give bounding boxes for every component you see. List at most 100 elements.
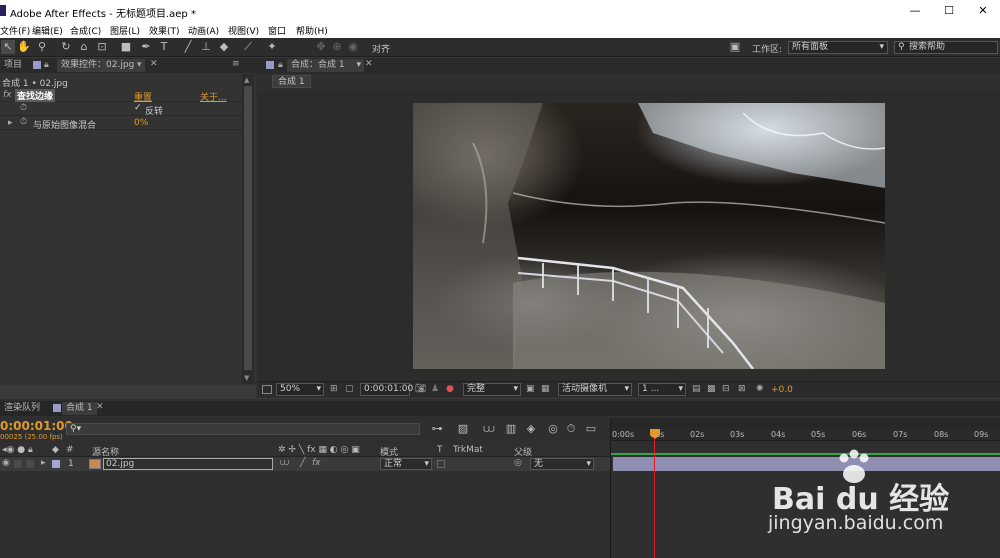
maximize-button[interactable]: ☐ <box>932 0 966 22</box>
expand-triangle-icon[interactable]: ▸ <box>41 458 46 468</box>
workspace-select[interactable]: 所有面板 ▾ <box>788 41 888 54</box>
channel-icon[interactable]: ● <box>446 384 454 394</box>
menu-help[interactable]: 帮助(H) <box>296 24 328 37</box>
comp-mini-flowchart-icon[interactable]: ⊶ <box>430 422 444 436</box>
preserve-transparency-checkbox[interactable] <box>437 460 445 468</box>
menu-effect[interactable]: 效果(T) <box>149 24 180 37</box>
lock-icon[interactable]: 🔒︎ <box>278 60 283 70</box>
audio-switch[interactable] <box>14 460 22 468</box>
effect-name[interactable]: 查找边缘 <box>15 89 56 102</box>
camera-tool-icon[interactable]: ⌂ <box>77 40 91 54</box>
hand-tool-icon[interactable]: ✋ <box>17 40 31 54</box>
label-color-swatch[interactable] <box>52 460 60 468</box>
rectangle-tool-icon[interactable]: ■ <box>119 40 133 54</box>
current-time-field[interactable]: 0:00:01:00 <box>360 383 413 396</box>
menu-composition[interactable]: 合成(C) <box>70 24 101 37</box>
quality-select[interactable]: 完整 ▾ <box>463 383 521 396</box>
close-tab-icon[interactable]: ✕ <box>150 59 158 69</box>
tab-effect-controls[interactable]: 效果控件：02.jpg <box>57 59 145 72</box>
motion-blur-icon[interactable]: ◈ <box>524 422 538 436</box>
panel-menu-icon[interactable]: ≡ <box>232 59 240 69</box>
draft-3d-icon[interactable]: ▨ <box>456 422 470 436</box>
region-icon[interactable]: ▣ <box>526 384 535 394</box>
solo-switch[interactable] <box>26 460 34 468</box>
pen-tool-icon[interactable]: ✒ <box>139 40 153 54</box>
timeline-search-field[interactable]: ⚲▾ <box>66 423 420 435</box>
zoom-select[interactable]: 50% ▾ <box>276 383 324 396</box>
timeline-timecode[interactable]: 0:00:01:00 <box>0 419 73 433</box>
resolution-icon[interactable]: ⊞ <box>330 384 338 394</box>
views-select[interactable]: 1 ... ▾ <box>638 383 686 396</box>
visibility-icon[interactable]: ◉ <box>2 458 10 468</box>
work-area-bar[interactable] <box>611 418 1000 428</box>
close-button[interactable]: ✕ <box>966 0 1000 22</box>
zoom-tool-icon[interactable]: ⚲ <box>35 40 49 54</box>
graph-editor-icon[interactable]: ◎ <box>546 422 560 436</box>
shy-switch-icon[interactable]: ⩊ <box>280 458 289 468</box>
composition-viewer[interactable] <box>258 91 1000 381</box>
camera-select[interactable]: 活动摄像机 ▾ <box>558 383 632 396</box>
minimize-button[interactable]: — <box>898 0 932 22</box>
roto-brush-tool-icon[interactable]: ⟋ <box>241 40 255 54</box>
about-link[interactable]: 关于... <box>200 90 227 103</box>
exposure-value[interactable]: +0.0 <box>771 385 793 395</box>
show-snapshot-icon[interactable]: ♟ <box>431 384 439 394</box>
blend-value[interactable]: 0% <box>134 118 148 128</box>
fast-preview-icon[interactable]: ▩ <box>707 384 716 394</box>
invert-checkbox[interactable]: ✓ <box>134 103 142 113</box>
tab-composition[interactable]: 合成：合成 1 ▾ <box>287 59 364 72</box>
menu-animation[interactable]: 动画(A) <box>188 24 219 37</box>
chevron-down-icon[interactable]: ▾ <box>137 60 142 70</box>
fx-icon[interactable]: fx <box>3 90 12 100</box>
pickwhip-icon[interactable]: ◎ <box>514 458 522 468</box>
menu-window[interactable]: 窗口 <box>268 24 286 37</box>
layer-row[interactable]: ◉ ▸ 1 02.jpg ⩊ ╱ fx 正常 ▾ ◎ 无 ▾ <box>0 457 610 471</box>
flowchart-icon[interactable]: ⊠ <box>738 384 746 394</box>
puppet-pin-tool-icon[interactable]: ✦ <box>265 40 279 54</box>
quality-switch-icon[interactable]: ╱ <box>300 458 305 468</box>
comp-subtab[interactable]: 合成 1 <box>272 75 311 88</box>
menu-file[interactable]: 文件(F) <box>0 24 30 37</box>
eraser-tool-icon[interactable]: ◆ <box>217 40 231 54</box>
menu-edit[interactable]: 编辑(E) <box>32 24 63 37</box>
selection-tool-icon[interactable]: ↖ <box>1 40 15 54</box>
scrollbar-thumb[interactable] <box>244 86 252 370</box>
blend-mode-select[interactable]: 正常 ▾ <box>380 458 432 470</box>
type-tool-icon[interactable]: T <box>157 40 171 54</box>
clone-stamp-tool-icon[interactable]: ⊥ <box>199 40 213 54</box>
expand-triangle-icon[interactable]: ▸ <box>8 118 13 128</box>
close-tab-icon[interactable]: ✕ <box>365 59 373 69</box>
fx-switch-icon[interactable]: fx <box>312 458 321 468</box>
stopwatch-icon[interactable]: ⏱︎ <box>20 103 27 113</box>
render-preview-icon[interactable]: ▭ <box>584 422 598 436</box>
scroll-up-icon[interactable]: ▲ <box>244 76 249 84</box>
pan-behind-tool-icon[interactable]: ⊡ <box>95 40 109 54</box>
shy-layers-icon[interactable]: ⩊ <box>482 422 496 436</box>
tab-project[interactable]: 项目 <box>0 59 26 72</box>
brush-tool-icon[interactable]: ╱ <box>181 40 195 54</box>
stopwatch-icon[interactable]: ⏱︎ <box>20 117 27 127</box>
menu-layer[interactable]: 图层(L) <box>110 24 140 37</box>
tab-render-queue[interactable]: 渲染队列 <box>0 402 44 415</box>
rotate-tool-icon[interactable]: ↻ <box>59 40 73 54</box>
menu-view[interactable]: 视图(V) <box>228 24 259 37</box>
snapshot-icon[interactable]: 📷︎ <box>415 384 426 394</box>
reset-link[interactable]: 重置 <box>134 90 152 103</box>
parent-select[interactable]: 无 ▾ <box>530 458 594 470</box>
frame-blending-icon[interactable]: ▥ <box>504 422 518 436</box>
close-tab-icon[interactable]: ✕ <box>96 402 104 412</box>
auto-keyframe-icon[interactable]: ⏱︎ <box>564 422 578 436</box>
chevron-down-icon[interactable]: ▾ <box>356 59 361 72</box>
scroll-down-icon[interactable]: ▼ <box>244 374 249 382</box>
timeline-icon[interactable]: ⊟ <box>722 384 730 394</box>
tab-timeline-comp[interactable]: 合成 1 <box>62 402 97 415</box>
exposure-icon[interactable]: ✺ <box>756 384 764 394</box>
layer-name-field[interactable]: 02.jpg <box>103 458 273 470</box>
always-preview-icon[interactable] <box>262 385 272 394</box>
transparency-grid-icon[interactable]: ▦ <box>541 384 550 394</box>
mask-icon[interactable]: ▢ <box>345 384 354 394</box>
toggle-pixel-icon[interactable]: ▤ <box>692 384 701 394</box>
search-help-field[interactable]: ⚲ 搜索帮助 <box>894 41 998 54</box>
scrollbar[interactable]: ▲ ▼ <box>242 74 254 384</box>
lock-icon[interactable]: 🔒︎ <box>44 60 49 70</box>
